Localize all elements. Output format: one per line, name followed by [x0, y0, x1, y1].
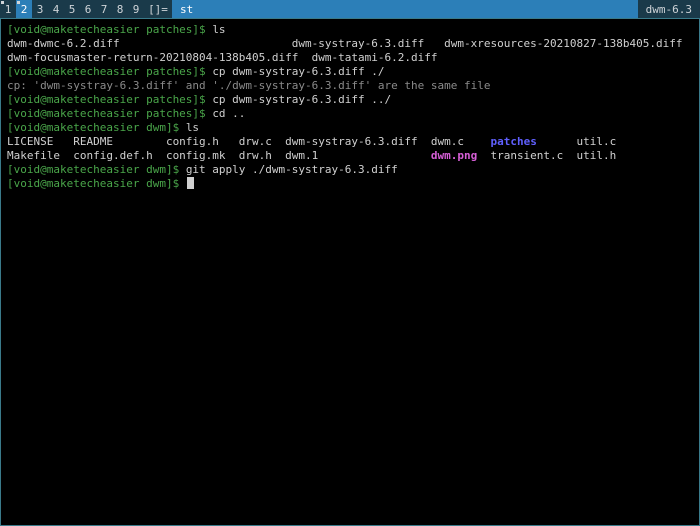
terminal-text: dwm-dwmc-6.2.diff dwm-systray-6.3.diff d… — [7, 37, 683, 50]
terminal-line: [void@maketecheasier dwm]$ — [7, 177, 693, 191]
terminal-text: [void@maketecheasier patches]$ — [7, 65, 212, 78]
terminal-text: [void@maketecheasier dwm]$ — [7, 121, 186, 134]
tag-5[interactable]: 5 — [64, 0, 80, 18]
terminal-text: [void@maketecheasier patches]$ — [7, 23, 212, 36]
terminal-line: cp: 'dwm-systray-6.3.diff' and './dwm-sy… — [7, 79, 693, 93]
tag-2[interactable]: 2 — [16, 0, 32, 18]
terminal-text: git apply ./dwm-systray-6.3.diff — [186, 163, 398, 176]
terminal-text: [void@maketecheasier dwm]$ — [7, 163, 186, 176]
terminal-line: Makefile config.def.h config.mk drw.h dw… — [7, 149, 693, 163]
terminal-text: util.c — [537, 135, 616, 148]
terminal-line: LICENSE README config.h drw.c dwm-systra… — [7, 135, 693, 149]
terminal-text: patches — [490, 135, 536, 148]
terminal[interactable]: [void@maketecheasier patches]$ lsdwm-dwm… — [0, 18, 700, 526]
terminal-line: [void@maketecheasier patches]$ ls — [7, 23, 693, 37]
terminal-text: cd .. — [212, 107, 245, 120]
terminal-text: cp dwm-systray-6.3.diff ../ — [212, 93, 391, 106]
terminal-text: cp: 'dwm-systray-6.3.diff' and './dwm-sy… — [7, 79, 490, 92]
tag-indicator — [17, 1, 20, 4]
tag-6[interactable]: 6 — [80, 0, 96, 18]
terminal-text: LICENSE README config.h drw.c dwm-systra… — [7, 135, 490, 148]
terminal-line: dwm-focusmaster-return-20210804-138b405.… — [7, 51, 693, 65]
terminal-line: dwm-dwmc-6.2.diff dwm-systray-6.3.diff d… — [7, 37, 693, 51]
tag-3[interactable]: 3 — [32, 0, 48, 18]
status-right-text: dwm-6.3 — [646, 3, 692, 16]
tag-indicator — [1, 1, 4, 4]
tag-7[interactable]: 7 — [96, 0, 112, 18]
terminal-text: dwm.png — [431, 149, 477, 162]
terminal-text: ls — [212, 23, 225, 36]
window-title-text: st — [180, 3, 193, 16]
tag-9[interactable]: 9 — [128, 0, 144, 18]
window-title: st — [172, 0, 638, 18]
tag-list: 123456789 — [0, 0, 144, 18]
terminal-text: Makefile config.def.h config.mk drw.h dw… — [7, 149, 431, 162]
terminal-text: cp dwm-systray-6.3.diff ./ — [212, 65, 384, 78]
terminal-text: [void@maketecheasier dwm]$ — [7, 177, 186, 190]
terminal-text: dwm-focusmaster-return-20210804-138b405.… — [7, 51, 437, 64]
terminal-line: [void@maketecheasier patches]$ cp dwm-sy… — [7, 93, 693, 107]
status-right: dwm-6.3 — [638, 0, 700, 18]
terminal-line: [void@maketecheasier patches]$ cd .. — [7, 107, 693, 121]
tag-4[interactable]: 4 — [48, 0, 64, 18]
tag-1[interactable]: 1 — [0, 0, 16, 18]
layout-symbol[interactable]: []= — [144, 0, 172, 18]
terminal-text: transient.c util.h — [477, 149, 616, 162]
status-bar: 123456789 []= st dwm-6.3 — [0, 0, 700, 18]
terminal-text: [void@maketecheasier patches]$ — [7, 93, 212, 106]
terminal-text: ls — [186, 121, 199, 134]
terminal-text: [void@maketecheasier patches]$ — [7, 107, 212, 120]
terminal-line: [void@maketecheasier dwm]$ ls — [7, 121, 693, 135]
cursor — [187, 177, 194, 189]
terminal-line: [void@maketecheasier dwm]$ git apply ./d… — [7, 163, 693, 177]
tag-8[interactable]: 8 — [112, 0, 128, 18]
terminal-line: [void@maketecheasier patches]$ cp dwm-sy… — [7, 65, 693, 79]
